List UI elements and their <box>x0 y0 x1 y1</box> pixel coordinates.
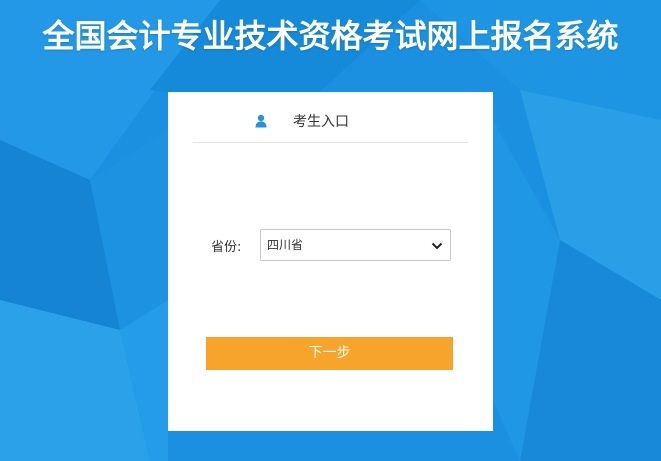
next-step-button[interactable]: 下一步 <box>206 337 453 370</box>
province-selected-value: 四川省 <box>267 238 304 252</box>
province-select[interactable]: 四川省 <box>260 229 451 261</box>
entry-title: 考生入口 <box>293 114 349 130</box>
user-icon <box>255 114 267 128</box>
province-label: 省份: <box>211 240 242 255</box>
chevron-down-icon <box>431 242 443 250</box>
login-card: 考生入口 省份: 四川省 下一步 <box>168 92 493 431</box>
page-title: 全国会计专业技术资格考试网上报名系统 <box>42 17 619 55</box>
card-header: 考生入口 <box>193 92 468 143</box>
